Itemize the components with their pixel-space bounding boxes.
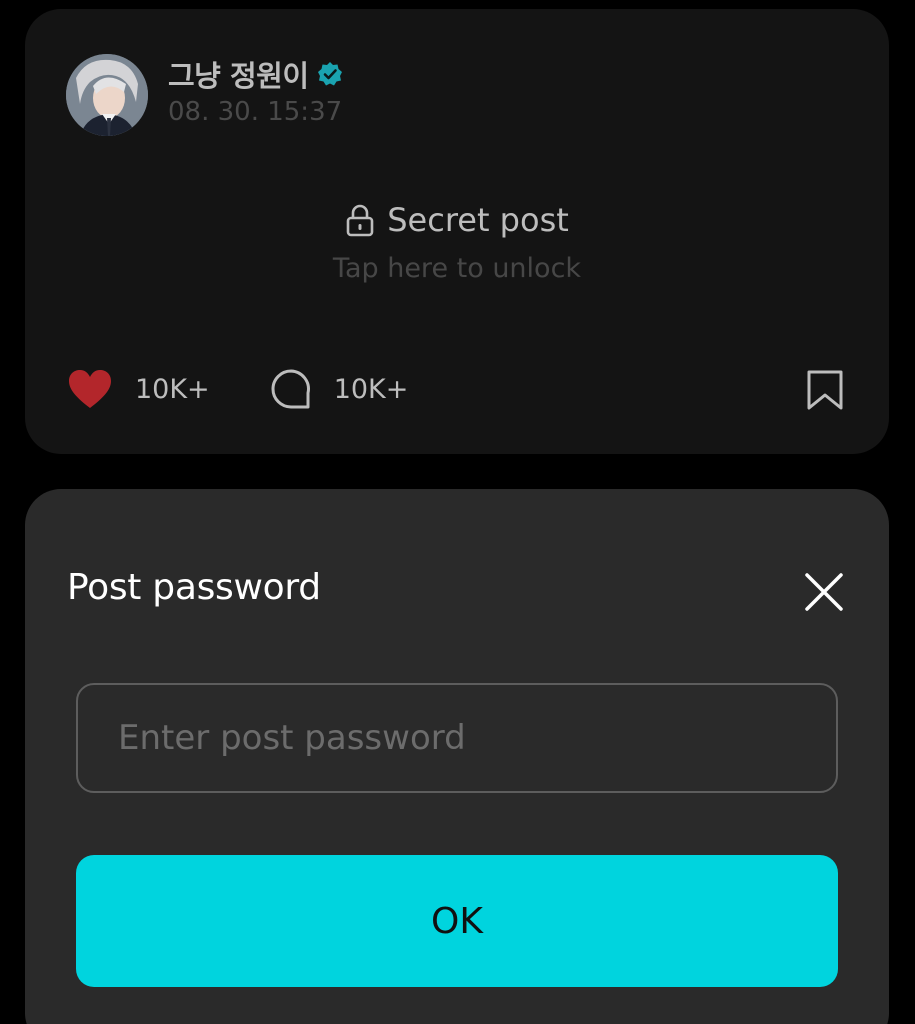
lock-icon: [346, 204, 374, 237]
post-card[interactable]: 그냥 정원이 08. 30. 15:37 Secret post Tap her…: [25, 9, 889, 454]
author-row: 그냥 정원이: [168, 53, 343, 95]
heart-icon: [69, 370, 111, 408]
like-button[interactable]: 10K+: [67, 368, 210, 410]
unlock-hint[interactable]: Tap here to unlock: [25, 253, 889, 284]
password-sheet-title: Post password: [67, 567, 321, 608]
post-timestamp: 08. 30. 15:37: [168, 97, 343, 127]
close-icon[interactable]: [803, 571, 845, 613]
likes-count: 10K+: [135, 373, 210, 405]
author-name[interactable]: 그냥 정원이: [168, 53, 309, 95]
secret-post-title: Secret post: [387, 201, 569, 239]
password-input[interactable]: [76, 683, 838, 793]
comment-bubble-icon: [271, 369, 310, 409]
secret-post-label[interactable]: Secret post: [25, 201, 889, 239]
post-actions: 10K+ 10K+: [67, 367, 468, 411]
ok-button[interactable]: OK: [76, 855, 838, 987]
avatar[interactable]: [66, 54, 148, 136]
comments-count: 10K+: [333, 373, 409, 405]
password-sheet: Post password OK: [25, 489, 889, 1024]
avatar-image: [66, 54, 148, 136]
page: 그냥 정원이 08. 30. 15:37 Secret post Tap her…: [0, 0, 915, 1024]
bookmark-icon[interactable]: [805, 369, 845, 411]
verified-badge-icon: [317, 62, 342, 86]
comment-button[interactable]: 10K+: [270, 368, 409, 410]
